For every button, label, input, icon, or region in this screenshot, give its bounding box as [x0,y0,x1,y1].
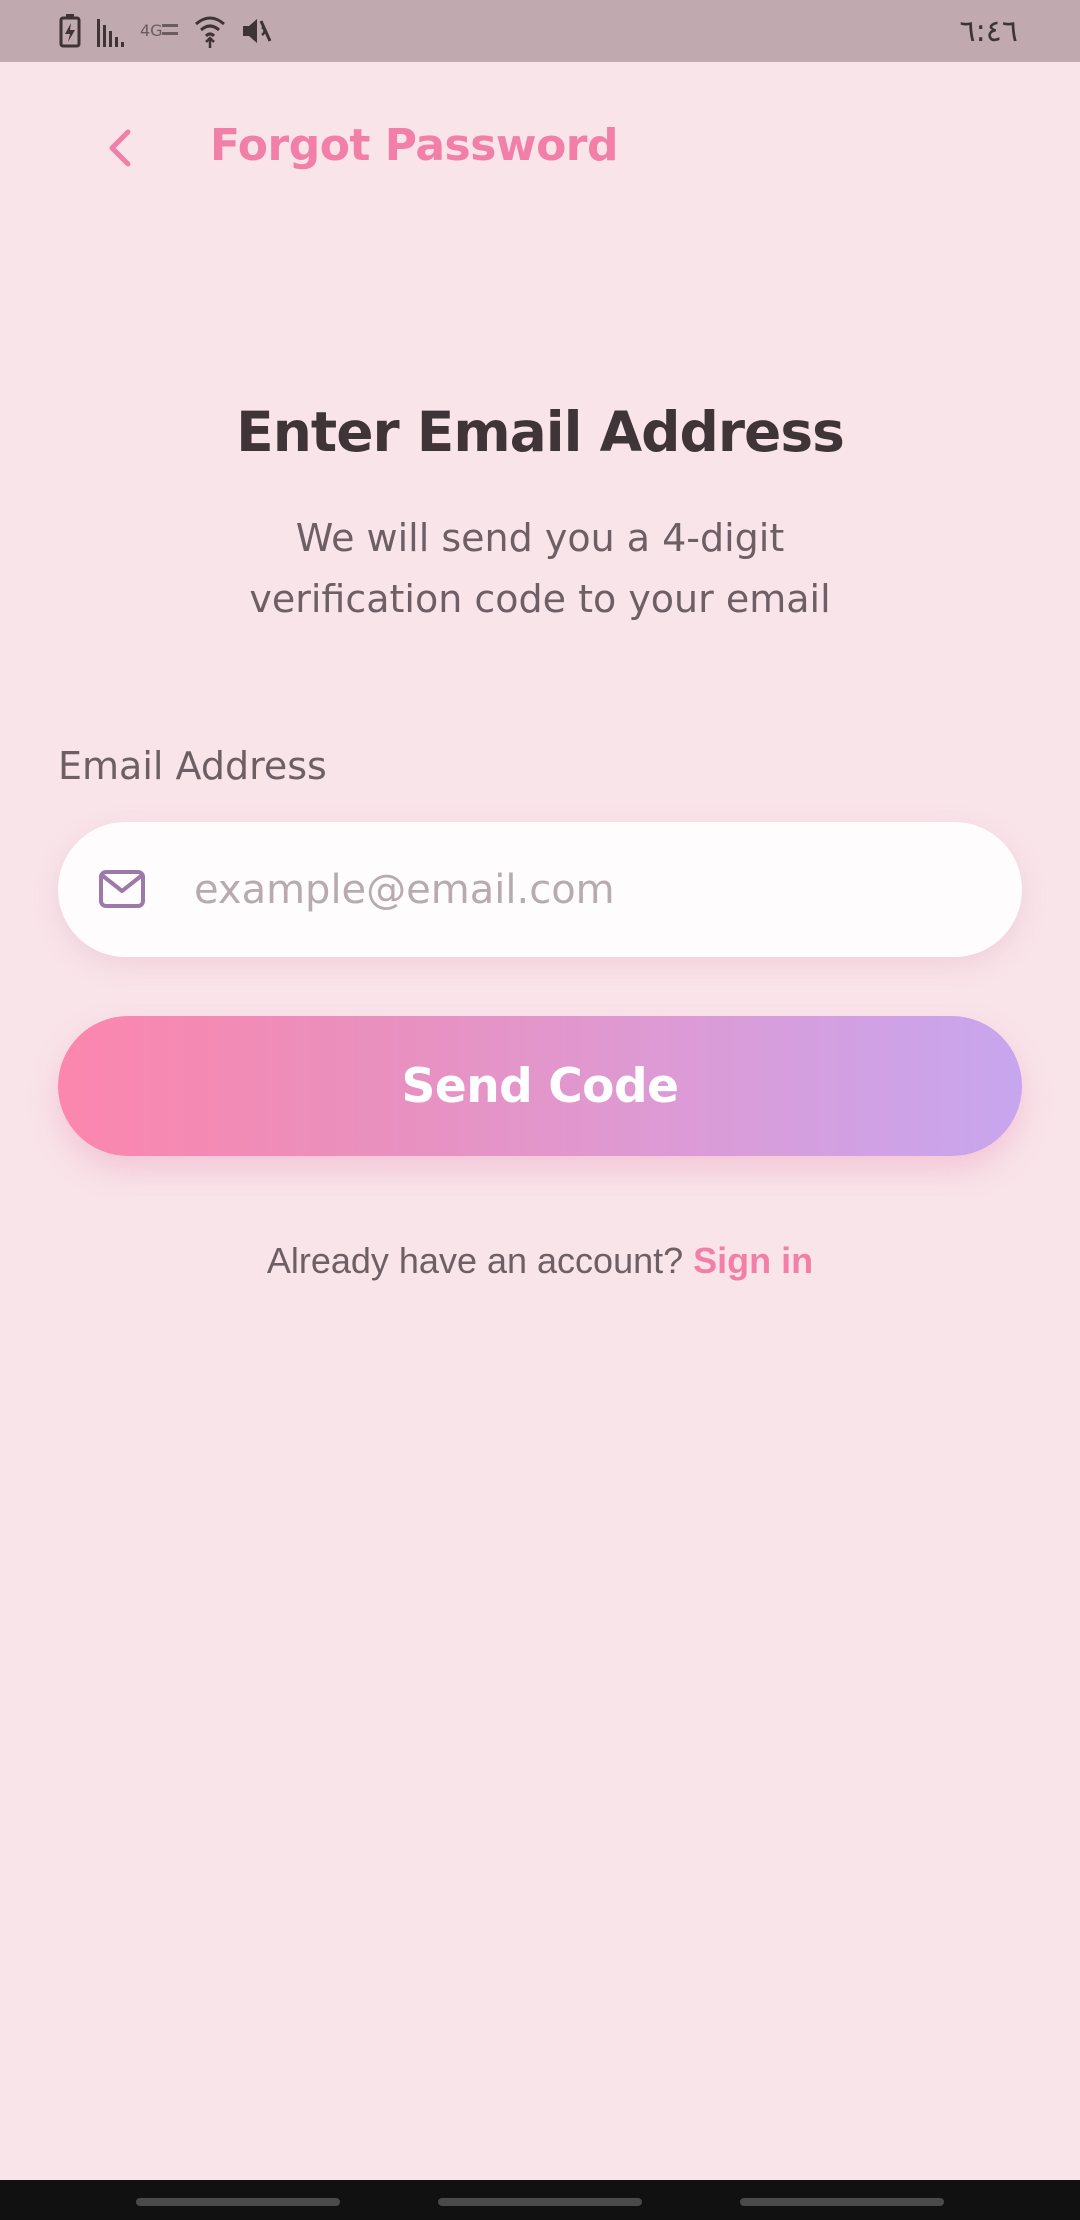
forgot-password-screen: 4G ٦:٤٦ Forgot Password Enter Email Addr… [0,0,1080,2220]
status-time: ٦:٤٦ [959,13,1018,49]
email-field-container[interactable] [58,822,1022,957]
send-code-label: Send Code [401,1058,680,1114]
signin-prompt: Already have an account? Sign in [0,1240,1080,1282]
email-input[interactable] [194,822,994,957]
wifi-icon [195,16,225,48]
mail-icon [99,870,145,908]
signin-prompt-text: Already have an account? [266,1240,684,1281]
nav-home-handle[interactable] [438,2198,642,2206]
nav-back-handle[interactable] [136,2198,340,2206]
chevron-left-icon [109,129,131,167]
status-bar: 4G ٦:٤٦ [0,0,1080,62]
back-button[interactable] [90,118,150,178]
battery-icon [59,14,81,48]
signal-icon [97,19,124,47]
content-subtitle: We will send you a 4-digit verification … [249,516,831,621]
signin-link[interactable]: Sign in [693,1240,813,1281]
status-icons: 4G [58,14,272,48]
send-code-button[interactable]: Send Code [58,1016,1022,1156]
svg-text:4G: 4G [140,21,163,40]
nav-recents-handle[interactable] [740,2198,944,2206]
email-field-label: Email Address [58,744,327,788]
network-4g-icon: 4G [140,21,178,40]
system-navigation-bar [0,2180,1080,2220]
app-header: Forgot Password [0,62,1080,232]
mute-icon [243,19,272,43]
page-title: Forgot Password [210,120,619,171]
content-title: Enter Email Address [236,400,845,464]
